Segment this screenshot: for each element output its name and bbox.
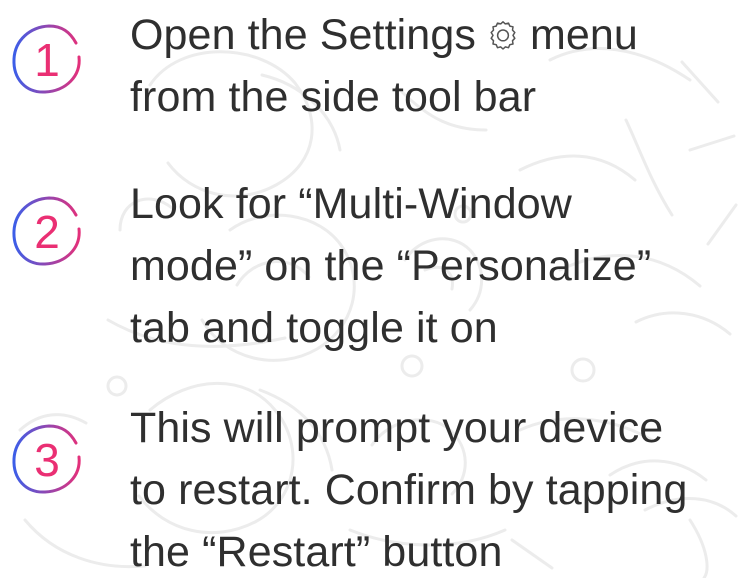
step-1-line-1-before: Open the Settings xyxy=(130,11,476,59)
step-2-line-2: mode” on the “Personalize” xyxy=(130,242,652,290)
step-3-line-2: to restart. Confirm by tapping xyxy=(130,466,688,514)
step-2-line-1: Look for “Multi-Window xyxy=(130,180,572,228)
step-3-number: 3 xyxy=(34,434,60,486)
step-3-text: This will prompt your device to restart.… xyxy=(130,397,730,583)
step-2-number: 2 xyxy=(34,206,60,258)
step-2-text: Look for “Multi-Window mode” on the “Per… xyxy=(130,173,730,359)
instruction-steps: 1 Open the Settings menu from the side t… xyxy=(0,0,738,578)
step-2-line-3: tab and toggle it on xyxy=(130,304,498,352)
step-1-text: Open the Settings menu from the side too… xyxy=(130,4,730,128)
step-1-line-2: from the side tool bar xyxy=(130,73,537,121)
step-3-badge: 3 xyxy=(6,418,88,500)
step-3-line-3: the “Restart” button xyxy=(130,528,503,576)
step-2-badge: 2 xyxy=(6,190,88,272)
step-1-badge: 1 xyxy=(6,18,88,100)
step-1-line-1-after: menu xyxy=(529,11,638,59)
gear-icon xyxy=(486,19,520,53)
step-1-number: 1 xyxy=(34,34,60,86)
step-1-line-1: Open the Settings menu xyxy=(130,4,730,66)
step-3-line-1: This will prompt your device xyxy=(130,404,664,452)
